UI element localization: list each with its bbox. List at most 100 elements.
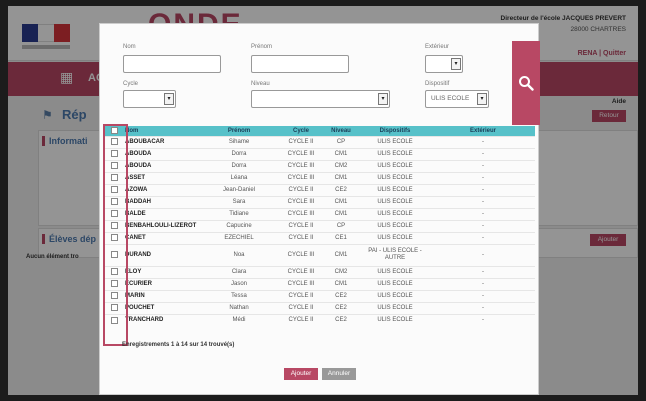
- cell-nom: AZOWA: [123, 183, 199, 196]
- cell-prenom: Noa: [199, 243, 279, 266]
- table-row[interactable]: MARIN Tessa CYCLE II CE2 ULIS ECOLE -: [105, 289, 535, 302]
- cell-dispositif: ULIS ECOLE: [359, 159, 431, 172]
- cell-dispositif: PAI - ULIS ECOLE - AUTRE: [359, 243, 431, 266]
- cell-niveau: CE2: [323, 183, 359, 196]
- cell-prenom: Dorra: [199, 159, 279, 172]
- chevron-down-icon: ▾: [378, 93, 388, 105]
- table-row[interactable]: ABOUDA Dorra CYCLE III CM1 ULIS ECOLE -: [105, 147, 535, 160]
- cell-niveau: CM1: [323, 277, 359, 290]
- records-count: Enregistrements 1 à 14 sur 14 trouvé(s): [122, 342, 235, 348]
- cell-niveau: CE1: [323, 231, 359, 244]
- search-modal: Nom Prénom Extérieur ▾ Cycle ▾ Niveau ▾ …: [99, 23, 540, 395]
- cell-nom: ECURIER: [123, 277, 199, 290]
- cell-prenom: Médi: [199, 313, 279, 326]
- cell-dispositif: ULIS ECOLE: [359, 313, 431, 326]
- table-row[interactable]: AZOWA Jean-Daniel CYCLE II CE2 ULIS ECOLE -: [105, 183, 535, 196]
- cell-prenom: Tessa: [199, 289, 279, 302]
- col-prenom[interactable]: Prénom: [199, 126, 279, 136]
- table-header-row: Nom Prénom Cycle Niveau Dispositifs Exté…: [105, 126, 535, 136]
- cell-niveau: CP: [323, 135, 359, 148]
- prenom-input[interactable]: [251, 55, 349, 73]
- dispositif-value: ULIS ECOLE: [431, 95, 470, 102]
- cycle-label: Cycle: [123, 81, 139, 87]
- table-row[interactable]: TRANCHARD Médi CYCLE II CE2 ULIS ECOLE -: [105, 313, 535, 326]
- cell-niveau: CP: [323, 219, 359, 232]
- cell-cycle: CYCLE III: [279, 207, 323, 220]
- cell-nom: CANET: [123, 231, 199, 244]
- cell-niveau: CM1: [323, 147, 359, 160]
- cell-cycle: CYCLE III: [279, 265, 323, 278]
- cell-prenom: Capucine: [199, 219, 279, 232]
- cell-niveau: CM1: [323, 195, 359, 208]
- col-nom[interactable]: Nom: [123, 126, 199, 136]
- cell-dispositif: ULIS ECOLE: [359, 231, 431, 244]
- cell-exterieur: -: [431, 277, 535, 290]
- cell-dispositif: ULIS ECOLE: [359, 207, 431, 220]
- dispositif-select[interactable]: ULIS ECOLE ▾: [425, 90, 489, 108]
- cell-cycle: CYCLE II: [279, 135, 323, 148]
- cell-cycle: CYCLE III: [279, 243, 323, 266]
- prenom-label: Prénom: [251, 44, 273, 50]
- cell-exterieur: -: [431, 313, 535, 326]
- cell-niveau: CE2: [323, 301, 359, 314]
- cell-nom: BENBAHLOULI-LIZEROT: [123, 219, 199, 232]
- table-row[interactable]: ELOY Clara CYCLE III CM2 ULIS ECOLE -: [105, 265, 535, 278]
- table-row[interactable]: BADDAH Sara CYCLE III CM1 ULIS ECOLE -: [105, 195, 535, 208]
- table-row[interactable]: ABOUBACAR Sihame CYCLE II CP ULIS ECOLE -: [105, 135, 535, 148]
- cell-exterieur: -: [431, 183, 535, 196]
- cycle-select[interactable]: ▾: [123, 90, 176, 108]
- cell-niveau: CE2: [323, 313, 359, 326]
- cell-prenom: Jason: [199, 277, 279, 290]
- cell-cycle: CYCLE II: [279, 301, 323, 314]
- table-row[interactable]: ASSET Léana CYCLE III CM1 ULIS ECOLE -: [105, 171, 535, 184]
- cell-cycle: CYCLE III: [279, 171, 323, 184]
- cell-prenom: Sihame: [199, 135, 279, 148]
- cell-exterieur: -: [431, 301, 535, 314]
- table-row[interactable]: CANET EZECHIEL CYCLE II CE1 ULIS ECOLE -: [105, 231, 535, 244]
- cell-dispositif: ULIS ECOLE: [359, 301, 431, 314]
- table-row[interactable]: POUCHET Nathan CYCLE II CE2 ULIS ECOLE -: [105, 301, 535, 314]
- cell-cycle: CYCLE III: [279, 277, 323, 290]
- cell-nom: DURAND: [123, 243, 199, 266]
- table-row[interactable]: ABOUDA Dorra CYCLE III CM2 ULIS ECOLE -: [105, 159, 535, 172]
- col-dispositifs[interactable]: Dispositifs: [359, 126, 431, 136]
- table-row[interactable]: ECURIER Jason CYCLE III CM1 ULIS ECOLE -: [105, 277, 535, 290]
- table-row[interactable]: DURAND Noa CYCLE III CM1 PAI - ULIS ECOLE - …: [105, 243, 535, 266]
- cell-nom: MARIN: [123, 289, 199, 302]
- exterieur-select[interactable]: ▾: [425, 55, 463, 73]
- cell-exterieur: -: [431, 207, 535, 220]
- cell-nom: BALDE: [123, 207, 199, 220]
- cell-prenom: Clara: [199, 265, 279, 278]
- col-cycle[interactable]: Cycle: [279, 126, 323, 136]
- exterieur-label: Extérieur: [425, 44, 450, 50]
- cell-dispositif: ULIS ECOLE: [359, 183, 431, 196]
- table-row[interactable]: BENBAHLOULI-LIZEROT Capucine CYCLE II CP ULI…: [105, 219, 535, 232]
- cell-prenom: Sara: [199, 195, 279, 208]
- cell-dispositif: ULIS ECOLE: [359, 289, 431, 302]
- add-button[interactable]: Ajouter: [284, 368, 318, 380]
- cell-niveau: CM1: [323, 171, 359, 184]
- cell-dispositif: ULIS ECOLE: [359, 277, 431, 290]
- cancel-button[interactable]: Annuler: [322, 368, 356, 380]
- cell-exterieur: -: [431, 171, 535, 184]
- cell-niveau: CM1: [323, 243, 359, 266]
- table-row[interactable]: BALDE Tidiane CYCLE III CM1 ULIS ECOLE -: [105, 207, 535, 220]
- cell-cycle: CYCLE III: [279, 147, 323, 160]
- cell-exterieur: -: [431, 231, 535, 244]
- cell-exterieur: -: [431, 265, 535, 278]
- cell-dispositif: ULIS ECOLE: [359, 195, 431, 208]
- cell-nom: ASSET: [123, 171, 199, 184]
- col-exterieur[interactable]: Extérieur: [431, 126, 535, 136]
- nom-label: Nom: [123, 44, 136, 50]
- chevron-down-icon: ▾: [164, 93, 174, 105]
- cell-niveau: CM2: [323, 159, 359, 172]
- cell-prenom: EZECHIEL: [199, 231, 279, 244]
- cell-nom: ABOUDA: [123, 159, 199, 172]
- niveau-select[interactable]: ▾: [251, 90, 390, 108]
- search-button[interactable]: [512, 41, 540, 125]
- nom-input[interactable]: [123, 55, 221, 73]
- cell-exterieur: -: [431, 195, 535, 208]
- cell-niveau: CM2: [323, 265, 359, 278]
- cell-dispositif: ULIS ECOLE: [359, 265, 431, 278]
- col-niveau[interactable]: Niveau: [323, 126, 359, 136]
